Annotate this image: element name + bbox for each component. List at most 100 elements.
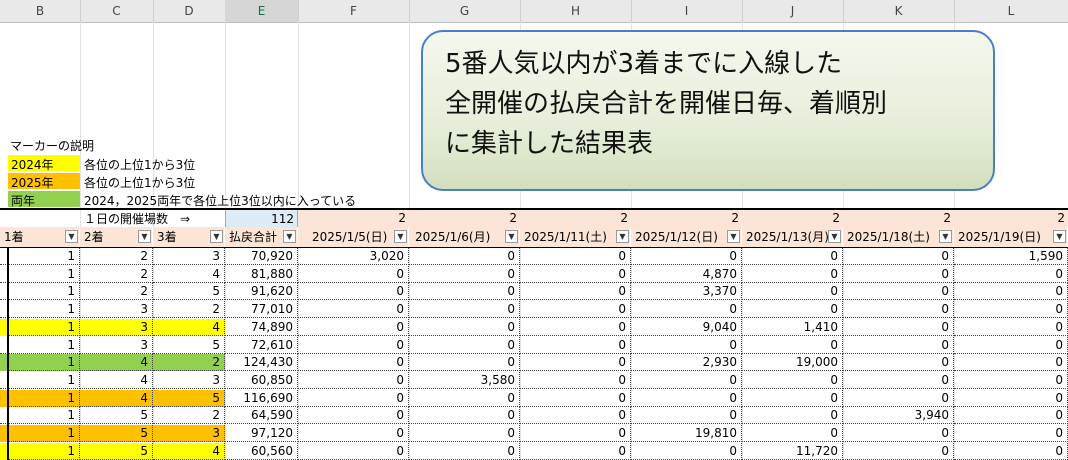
cell-payout-total[interactable]: 60,560 <box>225 442 298 460</box>
cell-date-payout[interactable]: 0 <box>742 248 843 265</box>
cell-date-payout[interactable]: 0 <box>520 354 631 372</box>
cell-second-place[interactable]: 5 <box>80 442 153 460</box>
cell-date-payout[interactable]: 0 <box>520 301 631 319</box>
cell-date-payout[interactable]: 0 <box>954 442 1068 460</box>
cell-date-payout[interactable]: 0 <box>298 442 409 460</box>
cell-payout-total[interactable]: 74,890 <box>225 318 298 336</box>
filter-dropdown-icon[interactable]: ▼ <box>1053 230 1066 243</box>
cell-date-payout[interactable]: 0 <box>409 407 520 425</box>
meetings-count-cell[interactable]: 2 <box>520 208 631 228</box>
column-header-f[interactable]: F <box>298 0 410 22</box>
cell-date-payout[interactable]: 0 <box>954 389 1068 407</box>
cell-date-payout[interactable]: 0 <box>843 318 954 336</box>
cell-date-payout[interactable]: 0 <box>520 407 631 425</box>
cell-payout-total[interactable]: 60,850 <box>225 371 298 389</box>
cell-date-payout[interactable]: 3,580 <box>409 371 520 389</box>
cell-date-payout[interactable]: 0 <box>843 354 954 372</box>
cell-third-place[interactable]: 5 <box>153 389 225 407</box>
cell-date-payout[interactable]: 0 <box>954 318 1068 336</box>
cell-second-place[interactable]: 4 <box>80 354 153 372</box>
cell-date-payout[interactable]: 0 <box>298 371 409 389</box>
header-date[interactable]: 2025/1/19(日) ▼ <box>954 227 1068 248</box>
cell-date-payout[interactable]: 0 <box>409 425 520 442</box>
cell-second-place[interactable]: 5 <box>80 407 153 425</box>
cell-second-place[interactable]: 2 <box>80 265 153 283</box>
cell-first-place[interactable]: 1 <box>0 407 80 425</box>
cell-date-payout[interactable]: 0 <box>954 371 1068 389</box>
cell-date-payout[interactable]: 0 <box>520 389 631 407</box>
meetings-count-cell[interactable]: 2 <box>631 208 742 228</box>
cell-date-payout[interactable]: 0 <box>742 336 843 354</box>
cell-date-payout[interactable]: 0 <box>409 265 520 283</box>
cell-second-place[interactable]: 3 <box>80 301 153 319</box>
cell-date-payout[interactable]: 0 <box>520 371 631 389</box>
header-second-place[interactable]: 2着 ▼ <box>80 227 153 248</box>
column-header-h[interactable]: H <box>520 0 632 22</box>
cell-second-place[interactable]: 4 <box>80 371 153 389</box>
cell-second-place[interactable]: 2 <box>80 283 153 301</box>
filter-dropdown-icon[interactable]: ▼ <box>65 230 78 243</box>
cell-third-place[interactable]: 4 <box>153 265 225 283</box>
cell-first-place[interactable]: 1 <box>0 336 80 354</box>
column-header-g[interactable]: G <box>409 0 521 22</box>
cell-date-payout[interactable]: 0 <box>954 283 1068 301</box>
cell-first-place[interactable]: 1 <box>0 318 80 336</box>
cell-date-payout[interactable]: 0 <box>520 265 631 283</box>
cell-date-payout[interactable]: 0 <box>520 336 631 354</box>
cell-date-payout[interactable]: 0 <box>631 371 742 389</box>
cell-second-place[interactable]: 3 <box>80 336 153 354</box>
column-header-e[interactable]: E <box>225 0 299 22</box>
cell-date-payout[interactable]: 0 <box>843 248 954 265</box>
cell-payout-total[interactable]: 91,620 <box>225 283 298 301</box>
cell-second-place[interactable]: 3 <box>80 318 153 336</box>
cell-date-payout[interactable]: 0 <box>631 407 742 425</box>
header-date[interactable]: 2025/1/18(土) ▼ <box>843 227 954 248</box>
cell-date-payout[interactable]: 0 <box>298 425 409 442</box>
cell-date-payout[interactable]: 0 <box>631 442 742 460</box>
cell-date-payout[interactable]: 0 <box>954 354 1068 372</box>
cell-date-payout[interactable]: 0 <box>742 407 843 425</box>
cell-date-payout[interactable]: 0 <box>520 248 631 265</box>
cell-date-payout[interactable]: 0 <box>843 301 954 319</box>
cell-date-payout[interactable]: 11,720 <box>742 442 843 460</box>
cell-date-payout[interactable]: 0 <box>742 371 843 389</box>
cell-date-payout[interactable]: 0 <box>843 283 954 301</box>
cell-second-place[interactable]: 2 <box>80 248 153 265</box>
cell-date-payout[interactable]: 9,040 <box>631 318 742 336</box>
cell-date-payout[interactable]: 0 <box>742 283 843 301</box>
cell-date-payout[interactable]: 0 <box>631 336 742 354</box>
column-header-k[interactable]: K <box>843 0 955 22</box>
cell-first-place[interactable]: 1 <box>0 389 80 407</box>
cell-date-payout[interactable]: 0 <box>631 248 742 265</box>
cell-date-payout[interactable]: 0 <box>843 425 954 442</box>
cell-date-payout[interactable]: 0 <box>298 283 409 301</box>
cell-date-payout[interactable]: 0 <box>409 248 520 265</box>
cell-date-payout[interactable]: 0 <box>409 301 520 319</box>
cell-date-payout[interactable]: 0 <box>954 301 1068 319</box>
cell-date-payout[interactable]: 0 <box>298 336 409 354</box>
cell-first-place[interactable]: 1 <box>0 248 80 265</box>
filter-dropdown-icon[interactable]: ▼ <box>394 230 407 243</box>
cell-payout-total[interactable]: 64,590 <box>225 407 298 425</box>
cell-date-payout[interactable]: 0 <box>954 265 1068 283</box>
cell-date-payout[interactable]: 0 <box>409 389 520 407</box>
cell-date-payout[interactable]: 0 <box>409 442 520 460</box>
cell-date-payout[interactable]: 0 <box>843 389 954 407</box>
filter-dropdown-icon[interactable]: ▼ <box>210 230 223 243</box>
header-third-place[interactable]: 3着 ▼ <box>153 227 225 248</box>
header-payout-total[interactable]: 払戻合計 ▼ <box>225 227 298 248</box>
cell-payout-total[interactable]: 77,010 <box>225 301 298 319</box>
cell-date-payout[interactable]: 0 <box>409 336 520 354</box>
cell-date-payout[interactable]: 0 <box>742 389 843 407</box>
cell-date-payout[interactable]: 0 <box>954 425 1068 442</box>
cell-third-place[interactable]: 3 <box>153 425 225 442</box>
meetings-total-cell[interactable]: 112 <box>225 208 298 228</box>
filter-dropdown-icon[interactable]: ▼ <box>828 230 841 243</box>
column-header-i[interactable]: I <box>631 0 743 22</box>
meetings-count-cell[interactable]: 2 <box>843 208 954 228</box>
cell-date-payout[interactable]: 0 <box>520 442 631 460</box>
cell-third-place[interactable]: 4 <box>153 318 225 336</box>
meetings-count-cell[interactable]: 2 <box>409 208 520 228</box>
cell-date-payout[interactable]: 0 <box>954 407 1068 425</box>
cell-third-place[interactable]: 3 <box>153 248 225 265</box>
